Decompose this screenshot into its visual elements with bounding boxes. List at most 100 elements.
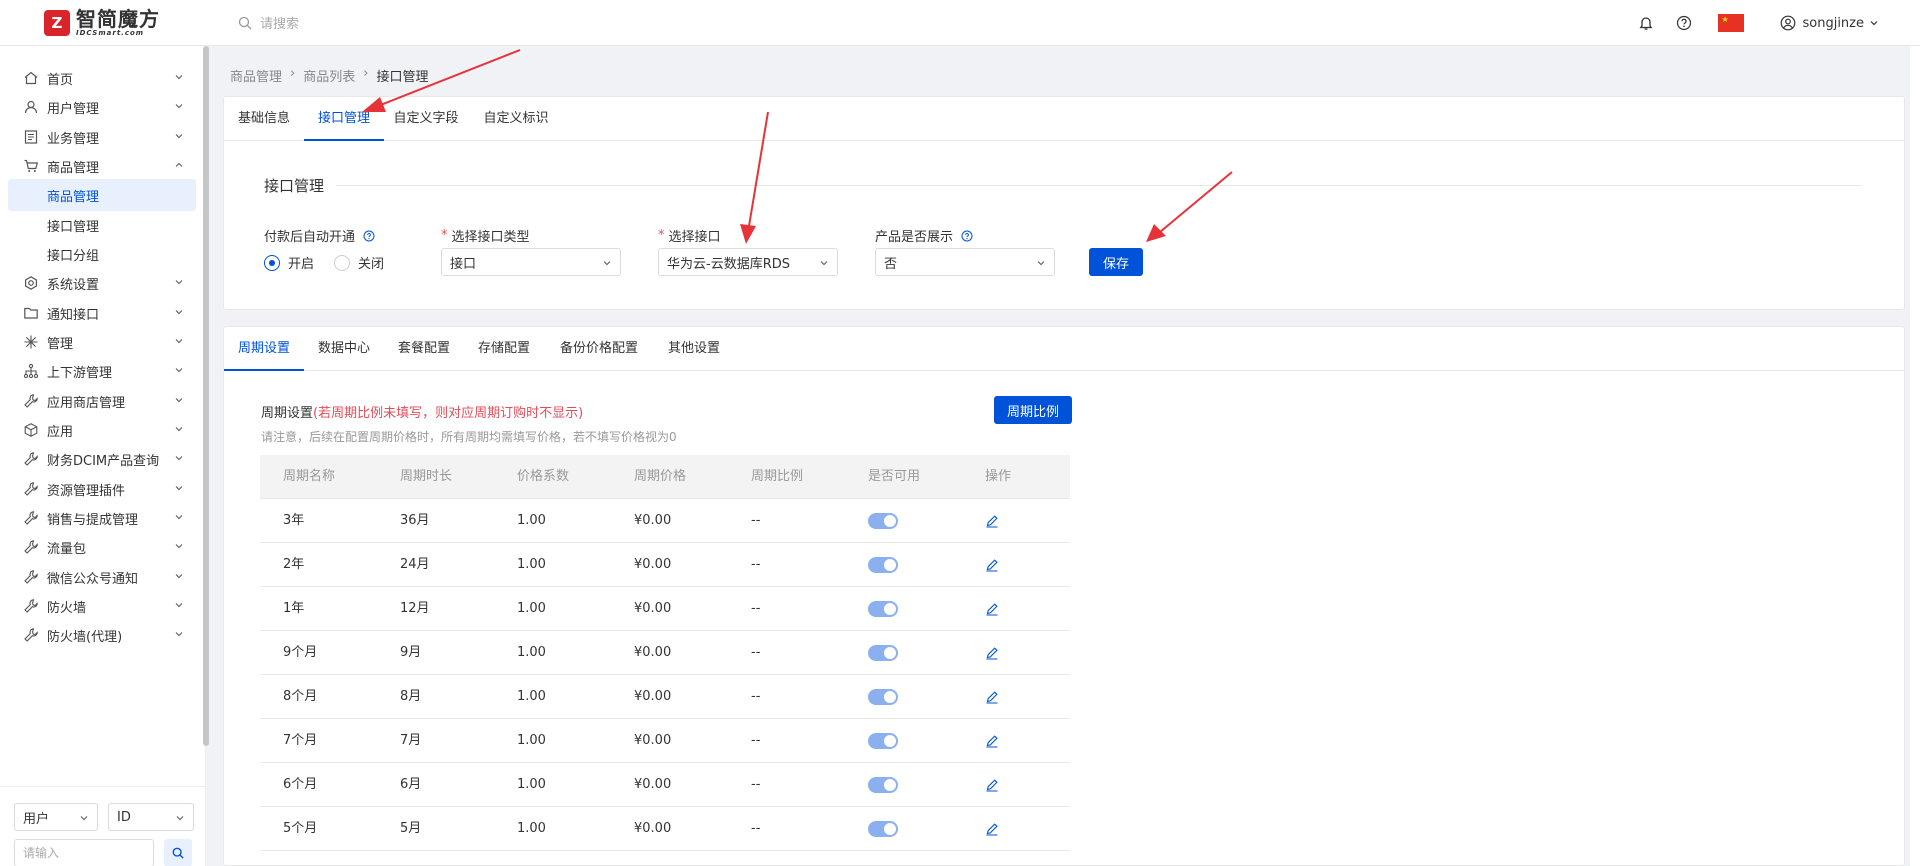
sidebar-item[interactable]: 系统设置 bbox=[8, 267, 196, 299]
help-icon[interactable] bbox=[1676, 15, 1692, 31]
radio-enable[interactable]: 开启 bbox=[264, 253, 314, 272]
brand-logo[interactable]: Z 智简魔方 IDCSmart.com bbox=[44, 9, 160, 37]
enabled-toggle[interactable] bbox=[868, 777, 898, 793]
logo-mark: Z bbox=[44, 10, 70, 36]
radio-disable-dot[interactable] bbox=[334, 254, 350, 271]
tab-custom-identifier[interactable]: 自定义标识 bbox=[468, 97, 564, 141]
product-display-select[interactable]: 否 bbox=[875, 248, 1055, 276]
sidebar-item[interactable]: 接口分组 bbox=[8, 238, 196, 270]
search-field-select[interactable]: ID bbox=[108, 803, 194, 831]
edit-icon[interactable] bbox=[985, 646, 999, 660]
chevron-down-icon bbox=[175, 632, 183, 637]
help-icon[interactable] bbox=[961, 230, 973, 242]
help-icon[interactable] bbox=[363, 230, 375, 242]
table-cell: -- bbox=[751, 777, 761, 792]
tab-package-config[interactable]: 套餐配置 bbox=[384, 327, 464, 371]
sparkle-icon bbox=[24, 335, 38, 349]
enabled-toggle[interactable] bbox=[868, 645, 898, 661]
sidebar-item[interactable]: 财务DCIM产品查询 bbox=[8, 443, 196, 475]
edit-icon[interactable] bbox=[985, 734, 999, 748]
tab-cycle-settings[interactable]: 周期设置 bbox=[224, 327, 304, 371]
top-header: Z 智简魔方 IDCSmart.com 请搜索 ★ songjinze bbox=[0, 0, 1920, 46]
sidebar-item[interactable]: 通知接口 bbox=[8, 297, 196, 329]
table-cell: 8月 bbox=[400, 689, 422, 704]
enabled-toggle[interactable] bbox=[868, 733, 898, 749]
breadcrumb-sep: › bbox=[290, 66, 296, 81]
search-type-select[interactable]: 用户 bbox=[14, 803, 98, 831]
china-flag-icon[interactable]: ★ bbox=[1718, 14, 1745, 32]
global-search[interactable]: 请搜索 bbox=[238, 13, 299, 32]
edit-icon[interactable] bbox=[985, 778, 999, 792]
enabled-toggle[interactable] bbox=[868, 689, 898, 705]
edit-icon[interactable] bbox=[985, 602, 999, 616]
enabled-toggle[interactable] bbox=[868, 557, 898, 573]
sidebar-item[interactable]: 销售与提成管理 bbox=[8, 502, 196, 534]
tab-backup-price-config[interactable]: 备份价格配置 bbox=[544, 327, 654, 371]
sidebar-item[interactable]: 商品管理 bbox=[8, 179, 196, 211]
table-cell: 1年 bbox=[283, 601, 305, 616]
sidebar-item[interactable]: 上下游管理 bbox=[8, 355, 196, 387]
save-button[interactable]: 保存 bbox=[1089, 248, 1143, 276]
breadcrumb-sep: › bbox=[363, 66, 369, 81]
chevron-down-icon bbox=[175, 486, 183, 491]
chevron-down-icon bbox=[1870, 21, 1878, 26]
breadcrumb: 商品管理 › 商品列表 › 接口管理 bbox=[230, 66, 436, 85]
edit-icon[interactable] bbox=[985, 514, 999, 528]
interface-type-label-text: 选择接口类型 bbox=[451, 230, 530, 245]
breadcrumb-item[interactable]: 商品列表 bbox=[303, 66, 355, 85]
table-cell: -- bbox=[751, 821, 761, 836]
cart-icon bbox=[24, 159, 39, 172]
table-cell: 9个月 bbox=[283, 645, 318, 660]
enabled-toggle[interactable] bbox=[868, 513, 898, 529]
tab-other-settings[interactable]: 其他设置 bbox=[654, 327, 734, 371]
sidebar-item[interactable]: 首页 bbox=[8, 62, 196, 94]
sidebar-item[interactable]: 接口管理 bbox=[8, 209, 196, 241]
wrench-icon bbox=[24, 540, 38, 554]
sidebar-scrollbar[interactable] bbox=[203, 46, 209, 746]
tab-data-center[interactable]: 数据中心 bbox=[304, 327, 384, 371]
sidebar-item-label: 接口管理 bbox=[47, 219, 100, 235]
sidebar-item[interactable]: 应用 bbox=[8, 414, 196, 446]
sidebar-item-label: 通知接口 bbox=[47, 307, 100, 323]
sidebar-item[interactable]: 用户管理 bbox=[8, 91, 196, 123]
bell-icon[interactable] bbox=[1638, 15, 1654, 31]
enabled-toggle[interactable] bbox=[868, 601, 898, 617]
sidebar-item[interactable]: 商品管理 bbox=[8, 150, 196, 182]
table-row: 3年 36月 1.00 ¥0.00 -- bbox=[260, 499, 1070, 543]
sidebar-item[interactable]: 微信公众号通知 bbox=[8, 561, 196, 593]
sidebar-item[interactable]: 防火墙(代理) bbox=[8, 619, 196, 651]
user-menu[interactable]: songjinze bbox=[1780, 15, 1880, 31]
tab-storage-config[interactable]: 存储配置 bbox=[464, 327, 544, 371]
edit-icon[interactable] bbox=[985, 558, 999, 572]
cycle-ratio-button[interactable]: 周期比例 bbox=[994, 396, 1072, 424]
interface-type-select[interactable]: 接口 bbox=[441, 248, 621, 276]
sidebar-item[interactable]: 业务管理 bbox=[8, 121, 196, 153]
tab-custom-fields[interactable]: 自定义字段 bbox=[384, 97, 468, 141]
edit-icon[interactable] bbox=[985, 822, 999, 836]
table-row: 2年 24月 1.00 ¥0.00 -- bbox=[260, 543, 1070, 587]
sidebar-item[interactable]: 防火墙 bbox=[8, 590, 196, 622]
sidebar-item-label: 首页 bbox=[47, 72, 74, 88]
sidebar-item-label: 系统设置 bbox=[47, 277, 100, 293]
quick-search-input[interactable]: 请输入 bbox=[14, 839, 154, 866]
sidebar-item[interactable]: 资源管理插件 bbox=[8, 473, 196, 505]
tab-basic-info[interactable]: 基础信息 bbox=[224, 97, 304, 141]
chevron-down-icon bbox=[175, 104, 183, 109]
sidebar-item[interactable]: 应用商店管理 bbox=[8, 385, 196, 417]
quick-search-button[interactable] bbox=[164, 839, 192, 866]
chevron-up-icon bbox=[175, 162, 183, 167]
col-header: 周期价格 bbox=[634, 469, 687, 484]
radio-enable-dot[interactable] bbox=[264, 254, 280, 271]
tab-interface[interactable]: 接口管理 bbox=[304, 97, 384, 141]
chevron-down-icon bbox=[175, 398, 183, 403]
edit-icon[interactable] bbox=[985, 690, 999, 704]
page-scrollbar[interactable] bbox=[1910, 46, 1920, 866]
table-cell: 1.00 bbox=[517, 821, 546, 836]
breadcrumb-item[interactable]: 商品管理 bbox=[230, 66, 282, 85]
enabled-toggle[interactable] bbox=[868, 821, 898, 837]
interface-select[interactable]: 华为云-云数据库RDS bbox=[658, 248, 838, 276]
sidebar-item[interactable]: 管理 bbox=[8, 326, 196, 358]
table-cell: -- bbox=[751, 557, 761, 572]
sidebar-item[interactable]: 流量包 bbox=[8, 531, 196, 563]
radio-disable[interactable]: 关闭 bbox=[334, 253, 384, 272]
